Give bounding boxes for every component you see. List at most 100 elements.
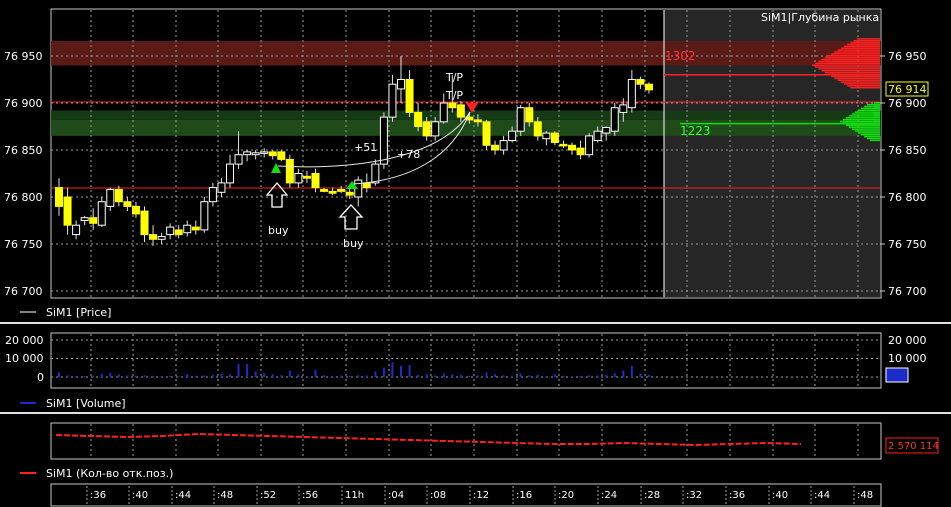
price-tick-right: 76 750 bbox=[888, 238, 927, 251]
candle-up bbox=[508, 130, 517, 142]
depth-bar bbox=[834, 51, 880, 53]
candle-down bbox=[559, 143, 568, 147]
candle-up bbox=[388, 83, 397, 118]
bid-zone bbox=[51, 119, 881, 136]
bid-volume-label: 1223 bbox=[680, 124, 711, 138]
depth-bar bbox=[837, 49, 880, 51]
time-label: :16 bbox=[516, 490, 532, 501]
candle-down bbox=[525, 107, 534, 123]
chart-canvas: buy buy +51 +78 T/P T/P 1302 1223 SiM1|Г… bbox=[0, 8, 951, 507]
time-label: :44 bbox=[814, 490, 830, 501]
volume-tick-10000: 10 000 bbox=[5, 352, 44, 365]
depth-bar bbox=[840, 81, 880, 83]
candle-up bbox=[234, 154, 243, 165]
candle-down bbox=[63, 196, 72, 226]
depth-bar bbox=[824, 56, 880, 59]
candle-up bbox=[439, 102, 448, 123]
depth-bar bbox=[847, 85, 880, 87]
candle-down bbox=[568, 144, 576, 151]
candle-down bbox=[448, 102, 457, 109]
candle-up bbox=[371, 163, 380, 184]
candle-down bbox=[191, 226, 200, 231]
depth-bar bbox=[847, 43, 880, 46]
depth-bar bbox=[831, 53, 880, 55]
depth-bar bbox=[853, 39, 880, 42]
candle-down bbox=[576, 147, 585, 156]
depth-bar bbox=[844, 45, 880, 48]
candle-down bbox=[140, 210, 149, 236]
depth-bar bbox=[818, 68, 880, 70]
candle-down bbox=[456, 104, 465, 118]
candle-up bbox=[251, 152, 260, 156]
ask-volume-label: 1302 bbox=[665, 49, 696, 63]
time-label: :52 bbox=[260, 490, 276, 501]
depth-bar bbox=[864, 105, 880, 108]
profit-label-2: +78 bbox=[397, 148, 420, 161]
candle-down bbox=[345, 191, 354, 196]
candle-down bbox=[405, 79, 414, 113]
candle-down bbox=[89, 217, 98, 224]
depth-bar bbox=[846, 117, 880, 119]
depth-bar bbox=[852, 113, 880, 115]
time-label: :12 bbox=[473, 490, 489, 501]
candle-down bbox=[320, 188, 329, 192]
candle-up bbox=[610, 107, 619, 132]
depth-bar bbox=[870, 139, 880, 142]
candle-down bbox=[550, 132, 559, 143]
candle-down bbox=[644, 83, 653, 91]
candle-down bbox=[268, 151, 277, 157]
time-label: :40 bbox=[132, 490, 148, 501]
candle-up bbox=[217, 182, 226, 193]
depth-bar bbox=[864, 135, 880, 138]
depth-bar bbox=[855, 130, 880, 132]
candle-up bbox=[106, 188, 115, 207]
candle-up bbox=[72, 224, 81, 236]
candle-down bbox=[328, 190, 337, 194]
candle-up bbox=[183, 224, 192, 234]
time-label: :36 bbox=[729, 490, 745, 501]
candle-down bbox=[123, 201, 132, 207]
depth-bar bbox=[831, 75, 880, 78]
candle-up bbox=[593, 130, 602, 142]
candle-up bbox=[397, 79, 405, 90]
price-tick-left: 76 850 bbox=[4, 144, 43, 157]
candle-down bbox=[131, 205, 140, 215]
depth-bar bbox=[849, 126, 880, 128]
depth-bar bbox=[834, 77, 880, 80]
candle-down bbox=[149, 234, 158, 240]
volume-current-value: 266 bbox=[888, 371, 907, 382]
volume-tick-right-10000: 10 000 bbox=[888, 352, 927, 365]
candle-up bbox=[542, 132, 551, 140]
depth-bar bbox=[867, 137, 880, 140]
candle-up bbox=[294, 173, 303, 184]
time-label: :04 bbox=[388, 490, 404, 501]
candle-down bbox=[491, 144, 500, 151]
take-profit-label-2: T/P bbox=[445, 89, 463, 102]
price-tick-left: 76 950 bbox=[4, 50, 43, 63]
time-label: :32 bbox=[686, 490, 702, 501]
time-label: :44 bbox=[175, 490, 191, 501]
candle-up bbox=[627, 79, 636, 109]
profit-label-1: +51 bbox=[354, 141, 377, 154]
price-tick-right: 76 700 bbox=[888, 285, 927, 298]
candle-up bbox=[585, 135, 594, 156]
candle-up bbox=[499, 140, 508, 151]
candle-down bbox=[473, 119, 482, 123]
candle-up bbox=[80, 217, 89, 221]
oi-current-value: 2 570 114 bbox=[888, 441, 939, 452]
depth-bar bbox=[861, 107, 880, 110]
candle-up bbox=[602, 126, 611, 134]
candle-down bbox=[302, 175, 311, 179]
candle-up bbox=[208, 187, 217, 203]
candle-down bbox=[636, 79, 645, 85]
time-label: 11h bbox=[345, 490, 364, 501]
candle-down bbox=[311, 173, 320, 189]
time-label: :48 bbox=[217, 490, 233, 501]
candle-down bbox=[337, 188, 346, 192]
price-tick-right: 76 950 bbox=[888, 50, 927, 63]
price-tick-right: 76 900 bbox=[888, 97, 927, 110]
candle-down bbox=[414, 111, 423, 128]
volume-legend: SiM1 [Volume] bbox=[46, 397, 126, 410]
depth-bar bbox=[815, 66, 880, 68]
candle-down bbox=[55, 187, 63, 207]
